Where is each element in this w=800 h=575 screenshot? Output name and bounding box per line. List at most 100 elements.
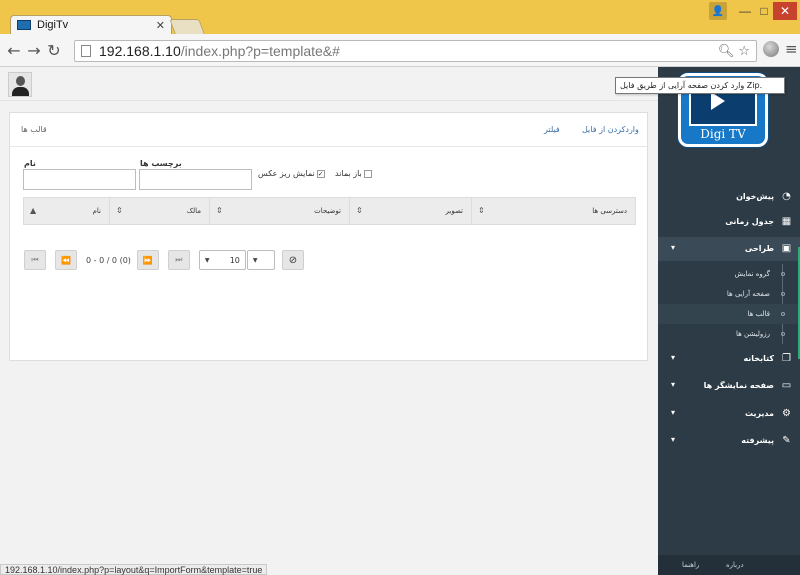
column-name[interactable]: ▲ نام xyxy=(24,198,109,224)
chevron-down-icon: ▾ xyxy=(671,380,676,389)
calendar-icon: ▦ xyxy=(781,216,792,227)
url-text[interactable]: 192.168.1.10/index.php?p=template&# xyxy=(99,43,714,59)
maximize-button[interactable]: □ xyxy=(755,2,773,20)
sidebar-subitem-layouts[interactable]: صفحه آرایی ها xyxy=(658,284,800,304)
filter-link[interactable]: فیلتر xyxy=(544,125,560,134)
templates-panel: قالب ها فیلتر واردکردن از فایل نام برچسب… xyxy=(9,112,648,361)
user-profile-icon[interactable]: 👤 xyxy=(709,2,727,20)
gears-icon: ⚙ xyxy=(782,408,791,419)
minimize-button[interactable]: — xyxy=(735,2,755,20)
keep-open-label: باز بماند xyxy=(335,169,362,178)
dashboard-gauge-icon: ◔ xyxy=(782,191,791,202)
sidebar-item-library[interactable]: ▾ ❐ کتابخانه xyxy=(658,347,800,371)
extension-globe-icon[interactable] xyxy=(763,41,779,57)
sidebar-subitem-resolutions[interactable]: رزولیشن ها xyxy=(658,324,800,344)
browser-titlebar: DigiTv ✕ 👤 — □ ✕ xyxy=(0,0,800,34)
pagination: ⏮ ⏪ 0 - 0 / 0 (0) ⏩ ⏭ ▼ 10 ▼ ⊘ xyxy=(24,249,304,271)
avatar-head xyxy=(16,76,25,86)
column-label: مالک xyxy=(186,207,201,215)
column-label: دسترسی ها xyxy=(592,207,627,215)
sidebar-item-advanced[interactable]: ▾ ✎ پیشرفته xyxy=(658,429,800,453)
table-header: ▲ نام ⇕ مالک ⇕ توضیحات ⇕ تصویر ⇕ دسترسی … xyxy=(23,197,636,225)
sidebar-subitem-templates[interactable]: قالب ها xyxy=(658,304,800,324)
magic-wand-icon: ✎ xyxy=(782,435,791,446)
user-avatar[interactable] xyxy=(8,72,32,97)
copy-icon: ❐ xyxy=(782,353,791,364)
back-arrow-icon[interactable]: ← xyxy=(4,40,24,60)
play-icon xyxy=(711,92,725,110)
page-size-value: 10 xyxy=(229,255,240,265)
app-topbar xyxy=(0,67,658,101)
app-page: قالب ها فیلتر واردکردن از فایل نام برچسب… xyxy=(0,67,800,575)
sidebar-item-administration[interactable]: ▾ ⚙ مدیریت xyxy=(658,402,800,426)
tags-filter-label: برچسب ها xyxy=(140,159,182,168)
column-permissions[interactable]: ⇕ دسترسی ها xyxy=(471,198,635,224)
close-window-button[interactable]: ✕ xyxy=(773,2,797,20)
sidebar-subitem-label: گروه نمایش xyxy=(734,270,770,278)
bullet-icon xyxy=(781,332,785,336)
address-bar[interactable]: 192.168.1.10/index.php?p=template&# 🔍︎ ☆ xyxy=(74,40,757,62)
sort-icon[interactable]: ⇕ xyxy=(216,206,223,215)
reload-icon[interactable]: ↻ xyxy=(44,40,64,60)
last-page-icon[interactable]: ⏭ xyxy=(167,250,190,270)
chevron-down-icon: ▼ xyxy=(252,256,258,264)
bookmark-star-icon[interactable]: ☆ xyxy=(738,44,750,59)
sort-icon[interactable]: ⇕ xyxy=(478,206,485,215)
panel-header: قالب ها فیلتر واردکردن از فایل xyxy=(10,113,647,147)
url-path: /index.php?p=template&# xyxy=(180,43,340,59)
new-tab-button[interactable] xyxy=(169,19,205,34)
bullet-icon xyxy=(781,292,785,296)
column-description[interactable]: ⇕ توضیحات xyxy=(209,198,349,224)
show-thumbnails-option[interactable]: نمایش ریز عکس ✓ xyxy=(258,169,325,178)
sort-icon[interactable]: ⇕ xyxy=(116,206,123,215)
sidebar-item-label: مدیریت xyxy=(744,409,774,418)
sidebar-subitem-label: قالب ها xyxy=(747,310,770,318)
page-size-select[interactable]: ▼ 10 xyxy=(198,250,246,270)
footer-about-link[interactable]: درباره xyxy=(726,561,744,569)
page-info: 0 - 0 / 0 (0) xyxy=(86,255,131,265)
show-thumbnails-checkbox[interactable]: ✓ xyxy=(316,169,325,178)
column-owner[interactable]: ⇕ مالک xyxy=(109,198,209,224)
bullet-icon xyxy=(781,312,785,316)
sidebar-item-design[interactable]: ▾ ▣ طراحی xyxy=(658,237,800,261)
keep-open-option[interactable]: باز بماند xyxy=(335,169,372,178)
close-tab-icon[interactable]: ✕ xyxy=(156,19,165,32)
sort-icon[interactable]: ⇕ xyxy=(356,206,363,215)
previous-page-icon[interactable]: ⏪ xyxy=(55,250,77,270)
next-page-icon[interactable]: ⏩ xyxy=(136,250,159,270)
sidebar-footer: درباره راهنما xyxy=(658,555,800,575)
zoom-icon[interactable]: 🔍︎ xyxy=(718,44,735,59)
chevron-down-icon: ▾ xyxy=(671,408,676,417)
sidebar-item-label: صفحه نمایشگر ها xyxy=(703,381,774,390)
bullet-icon xyxy=(781,272,785,276)
show-thumbnails-label: نمایش ریز عکس xyxy=(258,169,315,178)
tags-filter-input[interactable] xyxy=(139,169,252,190)
sidebar-subitem-display-groups[interactable]: گروه نمایش xyxy=(658,264,800,284)
keep-open-checkbox[interactable] xyxy=(363,169,372,178)
name-filter-input[interactable] xyxy=(23,169,136,190)
first-page-icon[interactable]: ⏮ xyxy=(24,250,46,270)
page-number-select[interactable]: ▼ xyxy=(246,250,275,270)
column-label: نام xyxy=(92,207,101,215)
tab-title: DigiTv xyxy=(37,19,69,31)
avatar-body xyxy=(12,87,29,96)
reset-filter-icon[interactable]: ⊘ xyxy=(281,250,304,270)
column-label: تصویر xyxy=(445,207,463,215)
browser-tab[interactable]: DigiTv ✕ xyxy=(10,15,172,34)
sort-asc-icon[interactable]: ▲ xyxy=(30,206,36,215)
footer-help-link[interactable]: راهنما xyxy=(682,561,699,569)
forward-arrow-icon[interactable]: → xyxy=(24,40,44,60)
browser-menu-icon[interactable]: ≡ xyxy=(785,40,798,58)
sidebar-item-label: طراحی xyxy=(744,244,774,253)
column-thumbnail[interactable]: ⇕ تصویر xyxy=(349,198,471,224)
sidebar-subitem-label: رزولیشن ها xyxy=(735,330,770,338)
url-host: 192.168.1.10 xyxy=(99,43,181,59)
sidebar-item-label: کتابخانه xyxy=(743,354,774,363)
sidebar-item-dashboard[interactable]: ◔ پیش‌خوان xyxy=(658,185,800,209)
sidebar-item-label: جدول زمانی xyxy=(725,217,774,226)
import-from-file-link[interactable]: واردکردن از فایل xyxy=(582,125,639,134)
sidebar-item-displays[interactable]: ▾ ▭ صفحه نمایشگر ها xyxy=(658,374,800,398)
sidebar-item-schedule[interactable]: ▦ جدول زمانی xyxy=(658,210,800,234)
name-filter-label: نام xyxy=(24,159,36,168)
chevron-down-icon: ▾ xyxy=(671,243,676,252)
